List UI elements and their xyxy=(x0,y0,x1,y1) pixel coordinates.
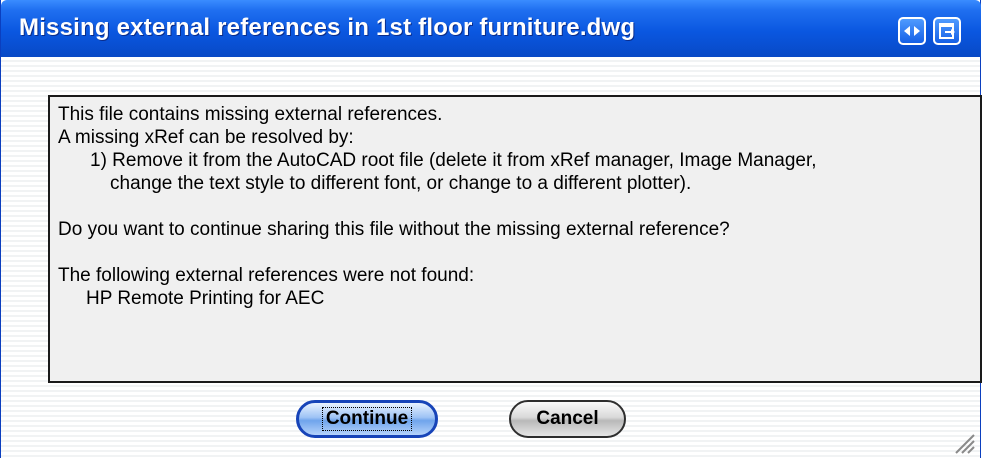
title-bar[interactable]: Missing external references in 1st floor… xyxy=(1,0,981,57)
not-found-heading: The following external references were n… xyxy=(58,265,475,286)
continue-button-label: Continue xyxy=(321,407,413,431)
message-line-2: A missing xRef can be resolved by: xyxy=(58,127,354,148)
dialog-window: Missing external references in 1st floor… xyxy=(0,0,982,458)
continue-question: Do you want to continue sharing this fil… xyxy=(58,219,730,240)
missing-reference-item: HP Remote Printing for AEC xyxy=(86,288,325,309)
resolution-step-1-continued: change the text style to different font,… xyxy=(110,173,692,194)
expand-horizontal-button[interactable] xyxy=(898,17,926,45)
resolution-step-1: 1) Remove it from the AutoCAD root file … xyxy=(90,150,817,171)
continue-button[interactable]: Continue xyxy=(296,400,438,438)
expand-horizontal-icon xyxy=(904,26,920,36)
dialog-content: This file contains missing external refe… xyxy=(1,57,982,458)
restore-window-icon xyxy=(939,23,955,39)
window-title: Missing external references in 1st floor… xyxy=(19,14,636,41)
restore-window-button[interactable] xyxy=(933,17,961,45)
message-line-1: This file contains missing external refe… xyxy=(58,104,443,125)
message-box: This file contains missing external refe… xyxy=(48,95,982,383)
cancel-button[interactable]: Cancel xyxy=(509,400,626,438)
cancel-button-label: Cancel xyxy=(536,408,599,429)
resize-grip-icon[interactable] xyxy=(952,431,976,455)
